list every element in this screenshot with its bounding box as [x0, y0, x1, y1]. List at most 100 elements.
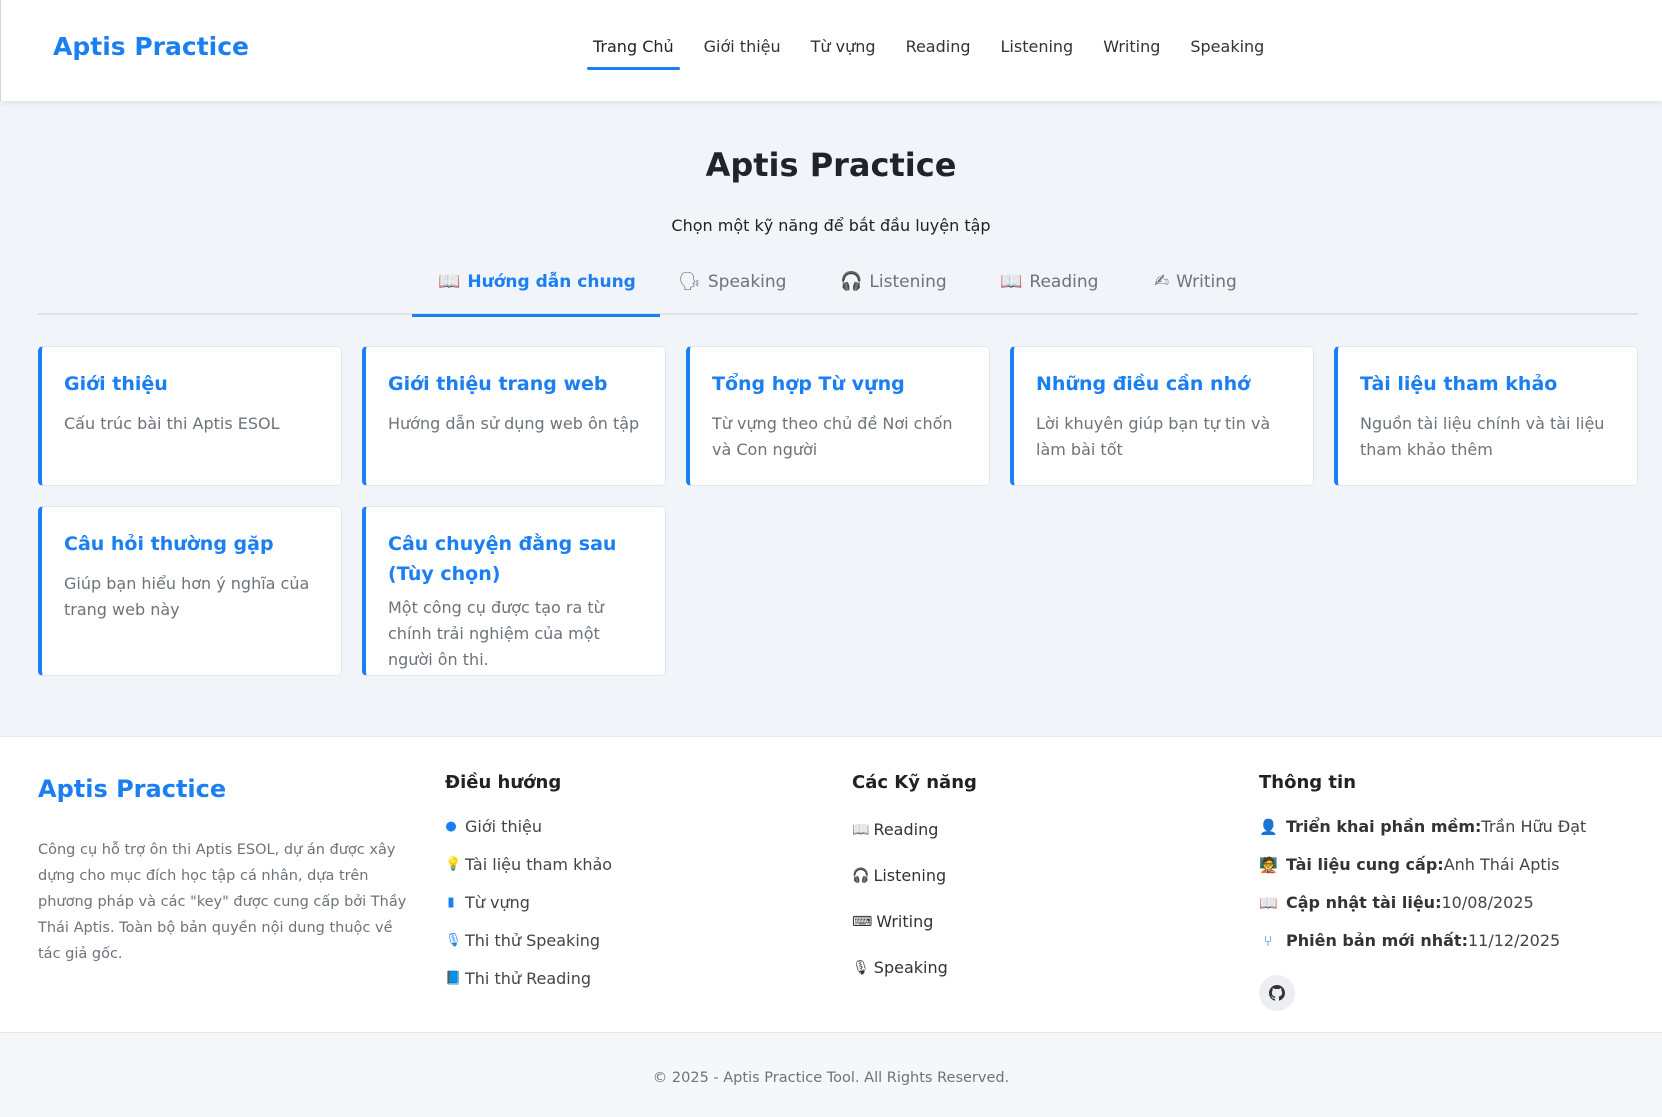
copyright: © 2025 - Aptis Practice Tool. All Rights…: [0, 1032, 1662, 1117]
footer: Aptis Practice Công cụ hỗ trợ ôn thi Apt…: [0, 736, 1662, 1032]
footer-skill-speaking[interactable]: 🎙 Speaking: [852, 958, 948, 1004]
github-button[interactable]: [1259, 975, 1295, 1011]
nav-writing[interactable]: Writing: [1097, 36, 1166, 70]
card-faq[interactable]: Câu hỏi thường gặp Giúp bạn hiểu hơn ý n…: [38, 506, 342, 676]
brand-logo[interactable]: Aptis Practice: [53, 32, 249, 61]
microphone-icon: 🎙: [852, 960, 870, 976]
info-value: 11/12/2025: [1467, 931, 1561, 950]
main-nav: Trang Chủ Giới thiệu Từ vựng Reading Lis…: [587, 36, 1288, 70]
card-title: Tổng hợp Từ vựng: [712, 373, 905, 395]
tab-label: Listening: [869, 272, 947, 292]
page-title: Aptis Practice: [705, 146, 957, 184]
info-key: Phiên bản mới nhất:: [1286, 931, 1468, 950]
footer-link-label: Từ vựng: [465, 893, 530, 912]
top-navbar: Aptis Practice Trang Chủ Giới thiệu Từ v…: [0, 0, 1662, 101]
branch-icon: ⑂: [1263, 932, 1273, 950]
nav-reading[interactable]: Reading: [900, 36, 977, 70]
headphones-icon: 🎧: [840, 271, 863, 292]
footer-skill-label: Listening: [873, 866, 947, 885]
footer-link-label: Tài liệu tham khảo: [465, 855, 613, 874]
footer-link-intro[interactable]: ● Giới thiệu: [445, 817, 612, 855]
footer-nav-title: Điều hướng: [445, 772, 562, 793]
info-key: Triển khai phần mềm:: [1286, 817, 1482, 836]
footer-link-reading-test[interactable]: 📘 Thi thử Reading: [445, 969, 612, 1007]
writing-hand-icon: ✍: [1154, 271, 1170, 292]
open-book-icon: 📖: [438, 271, 461, 292]
tab-label: Hướng dẫn chung: [467, 272, 636, 292]
card-description: Nguồn tài liệu chính và tài liệu tham kh…: [1360, 414, 1605, 459]
card-references[interactable]: Tài liệu tham khảo Nguồn tài liệu chính …: [1334, 346, 1638, 486]
footer-skill-listening[interactable]: 🎧 Listening: [852, 866, 948, 912]
card-title: Câu chuyện đằng sau (Tùy chọn): [388, 533, 617, 585]
tab-listening[interactable]: 🎧 Listening: [840, 272, 947, 315]
github-icon: [1269, 985, 1285, 1001]
tab-speaking[interactable]: 🗣 Speaking: [678, 272, 786, 315]
nav-vocabulary[interactable]: Từ vựng: [805, 36, 882, 70]
info-key: Tài liệu cung cấp:: [1286, 855, 1444, 874]
footer-link-references[interactable]: 💡 Tài liệu tham khảo: [445, 855, 612, 893]
card-title: Giới thiệu trang web: [388, 373, 608, 395]
lightbulb-icon: 💡: [445, 857, 462, 872]
info-key: Cập nhật tài liệu:: [1286, 893, 1442, 912]
footer-brand: Aptis Practice: [38, 775, 227, 803]
footer-skill-reading[interactable]: 📖 Reading: [852, 820, 948, 866]
reader-icon: 📘: [445, 971, 462, 986]
card-backstory[interactable]: Câu chuyện đằng sau (Tùy chọn) Một công …: [362, 506, 666, 676]
footer-skill-label: Writing: [876, 912, 934, 931]
card-vocabulary[interactable]: Tổng hợp Từ vựng Từ vựng theo chủ đề Nơi…: [686, 346, 990, 486]
open-book-icon: 📖: [1259, 894, 1278, 912]
card-description: Một công cụ được tạo ra từ chính trải ng…: [388, 598, 604, 669]
page-subtitle: Chọn một kỹ năng để bắt đầu luyện tập: [671, 216, 991, 235]
card-description: Cấu trúc bài thi Aptis ESOL: [64, 414, 280, 433]
tab-label: Writing: [1176, 272, 1237, 292]
footer-link-vocabulary[interactable]: ▮ Từ vựng: [445, 893, 612, 931]
tab-reading[interactable]: 📖 Reading: [1000, 272, 1098, 315]
info-provider: 🧑‍🏫 Tài liệu cung cấp:Anh Thái Aptis: [1259, 855, 1586, 893]
microphone-icon: 🎙: [445, 933, 462, 948]
footer-skill-writing[interactable]: ⌨ Writing: [852, 912, 948, 958]
open-book-icon: 📖: [1000, 271, 1023, 292]
info-circle-icon: ●: [445, 819, 457, 834]
info-developer: 👤 Triển khai phần mềm:Trần Hữu Đạt: [1259, 817, 1586, 855]
card-description: Từ vựng theo chủ đề Nơi chốn và Con ngườ…: [712, 414, 953, 459]
card-remember[interactable]: Những điều cần nhớ Lời khuyên giúp bạn t…: [1010, 346, 1314, 486]
tab-writing[interactable]: ✍ Writing: [1154, 272, 1237, 315]
skill-tabs: 📖 Hướng dẫn chung 🗣 Speaking 🎧 Listening…: [38, 260, 1638, 317]
footer-link-speaking-test[interactable]: 🎙 Thi thử Speaking: [445, 931, 612, 969]
card-description: Giúp bạn hiểu hơn ý nghĩa của trang web …: [64, 574, 310, 619]
footer-link-label: Thi thử Reading: [465, 969, 592, 988]
card-title: Tài liệu tham khảo: [1360, 373, 1558, 395]
footer-skills-title: Các Kỹ năng: [852, 772, 977, 793]
info-value: Trần Hữu Đạt: [1481, 817, 1587, 836]
tab-label: Reading: [1029, 272, 1099, 292]
card-title: Giới thiệu: [64, 373, 168, 395]
card-description: Lời khuyên giúp bạn tự tin và làm bài tố…: [1036, 414, 1271, 459]
nav-listening[interactable]: Listening: [995, 36, 1080, 70]
card-web-intro[interactable]: Giới thiệu trang web Hướng dẫn sử dụng w…: [362, 346, 666, 486]
info-value: 10/08/2025: [1441, 893, 1534, 912]
book-icon: ▮: [447, 895, 455, 910]
tab-general-guide[interactable]: 📖 Hướng dẫn chung: [412, 271, 660, 317]
nav-speaking[interactable]: Speaking: [1184, 36, 1270, 70]
card-intro[interactable]: Giới thiệu Cấu trúc bài thi Aptis ESOL: [38, 346, 342, 486]
footer-link-label: Giới thiệu: [465, 817, 543, 836]
user-icon: 👤: [1259, 818, 1278, 836]
card-description: Hướng dẫn sử dụng web ôn tập: [388, 414, 640, 433]
reader-icon: 📖: [852, 822, 870, 838]
nav-home[interactable]: Trang Chủ: [587, 36, 680, 70]
speaking-head-icon: 🗣: [678, 271, 701, 292]
footer-link-label: Thi thử Speaking: [465, 931, 601, 950]
info-version: ⑂ Phiên bản mới nhất:11/12/2025: [1259, 931, 1586, 969]
footer-description: Công cụ hỗ trợ ôn thi Aptis ESOL, dự án …: [38, 842, 407, 962]
info-value: Anh Thái Aptis: [1443, 855, 1560, 874]
footer-info-title: Thông tin: [1259, 772, 1357, 793]
nav-intro[interactable]: Giới thiệu: [698, 36, 787, 70]
footer-info-list: 👤 Triển khai phần mềm:Trần Hữu Đạt 🧑‍🏫 Tài…: [1259, 817, 1586, 969]
teacher-icon: 🧑‍🏫: [1259, 856, 1278, 874]
keyboard-icon: ⌨: [852, 914, 873, 930]
footer-skill-label: Reading: [873, 820, 939, 839]
info-updated: 📖 Cập nhật tài liệu:10/08/2025: [1259, 893, 1586, 931]
card-title: Những điều cần nhớ: [1036, 373, 1251, 395]
headphones-icon: 🎧: [852, 868, 870, 884]
tab-label: Speaking: [707, 272, 787, 292]
